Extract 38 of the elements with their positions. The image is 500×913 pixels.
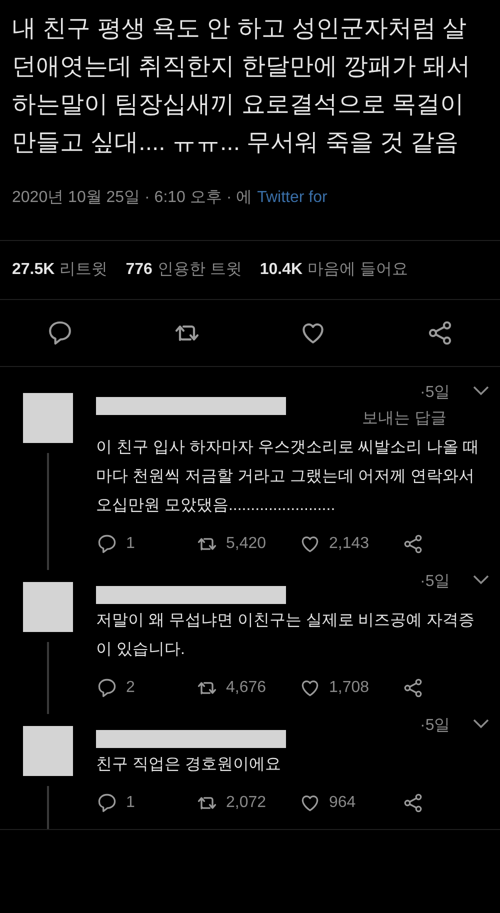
stat-count: 10.4K	[260, 260, 303, 280]
reply-age: ·5일	[420, 572, 450, 592]
stat-label[interactable]: 리트윗	[60, 258, 108, 282]
tweet-timestamp: 2020년 10월 25일 · 6:10 오후 · 에	[12, 188, 252, 208]
share-icon[interactable]	[402, 677, 424, 699]
tweet-text: 내 친구 평생 욕도 안 하고 성인군자처럼 살던애엿는데 취직한지 한달만에 깡패가 돼서 하는말이 팀장십새끼 요로결석으로 목걸이 만들고 싶대.... ㅠㅠ... 무서워 죽을 것 같음	[12, 14, 472, 158]
retweet-count: 5,420	[226, 534, 266, 554]
retweet-count: 2,072	[226, 793, 266, 813]
like-count: 964	[329, 793, 356, 813]
share-icon[interactable]	[402, 533, 424, 555]
chevron-down-icon[interactable]	[472, 385, 490, 397]
retweet-count: 4,676	[226, 678, 266, 698]
stat-count: 776	[126, 260, 152, 280]
speech-bubble-icon[interactable]	[96, 533, 118, 555]
chevron-down-icon[interactable]	[472, 574, 490, 586]
like-count: 2,143	[329, 534, 370, 554]
reply-age: ·5일	[420, 383, 450, 403]
reply-count: 2	[126, 678, 135, 698]
avatar	[23, 393, 73, 443]
source-link[interactable]: Twitter for	[257, 186, 328, 210]
avatar	[23, 726, 73, 776]
speech-bubble-icon[interactable]	[96, 677, 118, 699]
reply-count: 1	[126, 793, 135, 813]
avatar	[23, 582, 73, 632]
reply-text: 친구 직업은 경호원이에요	[96, 755, 282, 775]
reply-text: 이 친구 입사 하자마자 우스갯소리로 씨발소리 나올 때 마다 천원씩 저금할 거라고 그랬는데 어저께 연락와서 오십만원 모았댔음........................	[96, 438, 480, 516]
reply-text: 저말이 왜 무섭냐면 이친구는 실제로 비즈공예 자격증이 있습니다.	[96, 611, 476, 660]
share-icon[interactable]	[402, 792, 424, 814]
speech-bubble-icon[interactable]	[96, 792, 118, 814]
speech-bubble-icon[interactable]	[46, 319, 74, 347]
chevron-down-icon[interactable]	[472, 718, 490, 730]
reply-label: 보내는 답글	[362, 409, 446, 429]
reply-age: ·5일	[420, 716, 450, 736]
reply-count: 1	[126, 534, 135, 554]
like-count: 1,708	[329, 678, 370, 698]
stat-count: 27.5K	[12, 260, 55, 280]
stat-label[interactable]: 인용한 트윗	[157, 258, 242, 282]
stat-label[interactable]: 마음에 들어요	[308, 258, 408, 282]
